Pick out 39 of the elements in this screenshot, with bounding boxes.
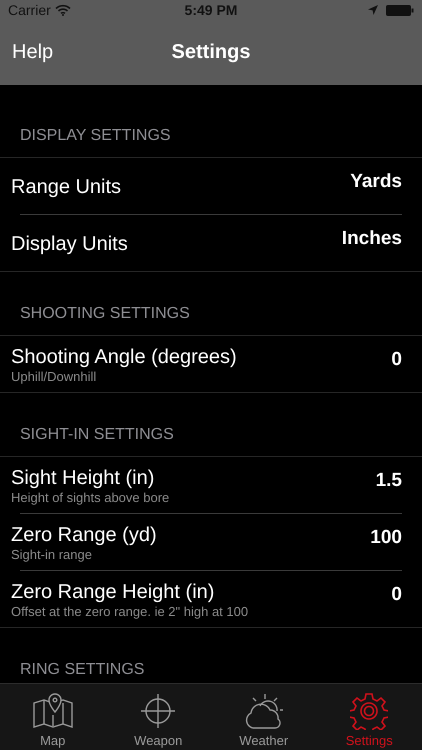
setting-label: Sight Height (in)	[11, 466, 156, 490]
setting-description: Sight-in range	[11, 547, 93, 562]
location-arrow-icon	[368, 5, 378, 15]
section-header: SIGHT-IN SETTINGS	[20, 426, 174, 444]
map-pin-icon	[32, 693, 74, 729]
gear-icon	[350, 692, 388, 730]
setting-label: Zero Range (yd)	[11, 523, 157, 547]
setting-row[interactable]: Zero Range (yd) Sight-in range 100	[0, 514, 422, 571]
setting-description: Height of sights above bore	[11, 490, 170, 505]
tab-bar-item[interactable]: Weather	[211, 684, 316, 750]
battery-icon	[386, 4, 414, 16]
setting-row[interactable]: Shooting Angle (degrees) Uphill/Downhill 0	[0, 336, 422, 393]
section-header: RING SETTINGS	[20, 661, 144, 679]
setting-row[interactable]: Display Units Inches	[0, 215, 422, 272]
section-header: SHOOTING SETTINGS	[20, 305, 190, 323]
setting-value: 100	[370, 526, 402, 549]
section-header: DISPLAY SETTINGS	[20, 127, 171, 145]
screen-title: Settings	[172, 41, 250, 64]
setting-value: Yards	[350, 170, 402, 193]
clock-time: 5:49 PM	[184, 2, 238, 18]
setting-description: Offset at the zero range. ie 2" high at 100	[11, 604, 248, 619]
setting-label: Range Units	[11, 174, 122, 198]
crosshair-icon	[140, 693, 176, 729]
setting-label: Shooting Angle (degrees)	[11, 345, 237, 369]
tab-bar-item[interactable]: Weapon	[106, 684, 211, 750]
setting-value: Inches	[342, 227, 402, 250]
tab-bar-item[interactable]: Map	[0, 684, 106, 750]
setting-value: 0	[391, 348, 402, 371]
wifi-icon	[54, 4, 71, 16]
setting-row[interactable]: Sight Height (in) Height of sights above bore 1.5	[0, 457, 422, 514]
setting-value: 1.5	[376, 469, 402, 492]
setting-value: 0	[391, 583, 402, 606]
help-button[interactable]: Help	[12, 20, 54, 85]
setting-label: Zero Range Height (in)	[11, 580, 216, 604]
setting-row[interactable]: Zero Range Height (in) Offset at the zero range. ie 2" high at 100 0	[0, 571, 422, 628]
carrier-name: Carrier	[8, 2, 51, 18]
setting-label: Display Units	[11, 232, 128, 256]
setting-row[interactable]: Range Units Yards	[0, 158, 422, 215]
setting-description: Uphill/Downhill	[11, 369, 98, 384]
